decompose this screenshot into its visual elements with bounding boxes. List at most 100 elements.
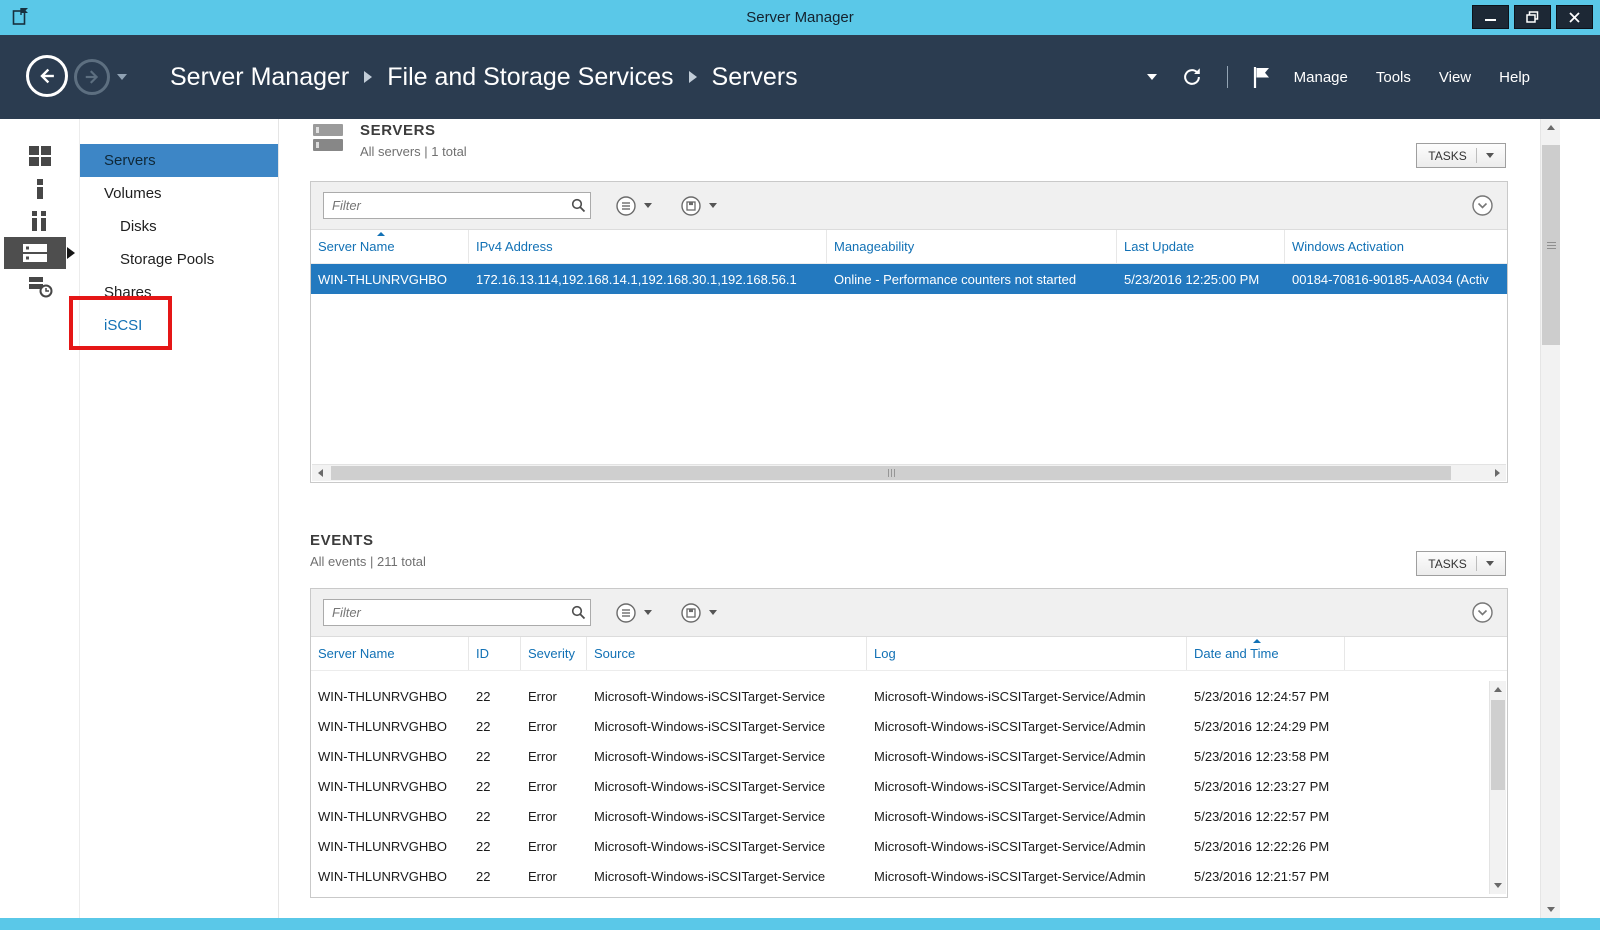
grip-icon (1547, 242, 1556, 243)
save-query-button[interactable] (680, 195, 717, 217)
cell-id: 22 (469, 719, 521, 734)
servers-filter-input[interactable] (323, 192, 591, 219)
chevron-down-circle-icon (1471, 194, 1494, 217)
scroll-left-button[interactable] (312, 465, 329, 481)
column-label: IPv4 Address (476, 239, 553, 254)
column-header-last-update[interactable]: Last Update (1117, 230, 1285, 263)
sidebar-item[interactable]: Volumes (80, 177, 278, 210)
filter-options-button[interactable] (615, 602, 652, 624)
column-label: Date and Time (1194, 646, 1279, 661)
collapse-panel-button[interactable] (1471, 601, 1494, 629)
tasks-label: TASKS (1428, 149, 1466, 163)
breadcrumb-file-and-storage-services[interactable]: File and Storage Services (387, 63, 673, 92)
event-row[interactable]: WIN-THLUNRVGHBO 22 Error Microsoft-Windo… (311, 711, 1507, 741)
column-header-ipv4-address[interactable]: IPv4 Address (469, 230, 827, 263)
column-header-server-name[interactable]: Server Name (311, 230, 469, 263)
servers-stack-icon (310, 122, 348, 156)
sidebar-item[interactable]: Disks (80, 210, 278, 243)
column-header-date-and-time[interactable]: Date and Time (1187, 637, 1345, 670)
cell-severity: Error (521, 749, 587, 764)
event-row[interactable]: WIN-THLUNRVGHBO 22 Error Microsoft-Windo… (311, 831, 1507, 861)
nav-history-dropdown-icon[interactable] (117, 74, 127, 80)
column-header-severity[interactable]: Severity (521, 637, 587, 670)
event-row[interactable]: WIN-THLUNRVGHBO 22 Error Microsoft-Windo… (311, 741, 1507, 771)
sidebar-item[interactable]: Servers (80, 144, 278, 177)
cell-severity: Error (521, 869, 587, 884)
servers-tasks-button[interactable]: TASKS (1416, 143, 1506, 168)
scrollbar-thumb[interactable] (331, 466, 1451, 480)
sidebar-item-label: Volumes (104, 185, 162, 202)
column-label: Last Update (1124, 239, 1194, 254)
cell-date-and-time: 5/23/2016 12:22:26 PM (1187, 839, 1345, 854)
arrow-left-icon (318, 469, 323, 477)
cell-date-and-time: 5/23/2016 12:24:57 PM (1187, 689, 1345, 704)
column-header-source[interactable]: Source (587, 637, 867, 670)
back-button[interactable] (26, 55, 68, 97)
events-title: EVENTS (310, 532, 426, 549)
column-header-windows-activation[interactable]: Windows Activation (1285, 230, 1507, 263)
arrow-up-icon (1547, 125, 1555, 130)
collapse-panel-button[interactable] (1471, 194, 1494, 222)
event-row[interactable]: WIN-THLUNRVGHBO 22 Error Microsoft-Windo… (311, 771, 1507, 801)
notifications-flag-button[interactable] (1252, 66, 1270, 89)
column-header-id[interactable]: ID (469, 637, 521, 670)
cell-severity: Error (521, 689, 587, 704)
close-button[interactable] (1556, 5, 1593, 29)
sidebar: Servers Volumes Disks Storage Pools Shar… (80, 119, 279, 918)
scrollbar-thumb[interactable] (1542, 145, 1560, 345)
breadcrumb-server-manager[interactable]: Server Manager (170, 63, 349, 92)
bottom-strip (0, 918, 1600, 930)
menu-item[interactable]: Tools (1376, 69, 1411, 86)
event-row[interactable]: WIN-THLUNRVGHBO 22 Error Microsoft-Windo… (311, 681, 1507, 711)
column-header-log[interactable]: Log (867, 637, 1187, 670)
scroll-down-button[interactable] (1490, 877, 1506, 894)
servers-horizontal-scrollbar[interactable] (312, 464, 1506, 481)
events-vertical-scrollbar[interactable] (1489, 681, 1506, 894)
tasks-label: TASKS (1428, 557, 1466, 571)
scroll-down-button[interactable] (1541, 901, 1560, 918)
sidebar-item-label: Disks (120, 218, 157, 235)
restore-button[interactable] (1514, 5, 1551, 29)
services-clock-icon[interactable] (28, 275, 53, 303)
menu-item[interactable]: Help (1499, 69, 1530, 86)
arrow-down-icon (1494, 883, 1502, 888)
cell-id: 22 (469, 839, 521, 854)
forward-button[interactable] (74, 59, 110, 95)
local-server-icon[interactable] (28, 178, 52, 205)
sort-ascending-icon (1253, 639, 1261, 643)
events-filter-input[interactable] (323, 599, 591, 626)
search-icon[interactable] (571, 605, 586, 625)
column-header-server-name[interactable]: Server Name (311, 637, 469, 670)
save-query-button[interactable] (680, 602, 717, 624)
menu-item[interactable]: Manage (1294, 69, 1348, 86)
sidebar-item[interactable]: Storage Pools (80, 243, 278, 276)
server-row-selected[interactable]: WIN-THLUNRVGHBO 172.16.13.114,192.168.14… (311, 264, 1507, 294)
refresh-button[interactable] (1181, 66, 1203, 88)
breadcrumb-separator-icon (689, 71, 697, 83)
cell-server-name: WIN-THLUNRVGHBO (311, 749, 469, 764)
server-manager-window: Server Manager Server Manager File and S… (0, 0, 1600, 930)
minimize-button[interactable] (1472, 5, 1509, 29)
filter-options-button[interactable] (615, 195, 652, 217)
servers-title: SERVERS (360, 122, 467, 139)
scrollbar-thumb[interactable] (1491, 700, 1505, 790)
scroll-up-button[interactable] (1541, 119, 1560, 136)
search-icon[interactable] (571, 198, 586, 218)
events-tasks-button[interactable]: TASKS (1416, 551, 1506, 576)
chevron-down-icon[interactable] (1147, 74, 1157, 80)
cell-log: Microsoft-Windows-iSCSITarget-Service/Ad… (867, 719, 1187, 734)
scroll-right-button[interactable] (1489, 465, 1506, 481)
cell-last-update: 5/23/2016 12:25:00 PM (1117, 272, 1285, 287)
file-storage-services-selected[interactable] (4, 237, 66, 269)
main-vertical-scrollbar[interactable] (1540, 119, 1560, 918)
menu-item[interactable]: View (1439, 69, 1471, 86)
event-row[interactable]: WIN-THLUNRVGHBO 22 Error Microsoft-Windo… (311, 861, 1507, 891)
scroll-up-button[interactable] (1490, 681, 1506, 698)
cell-server-name: WIN-THLUNRVGHBO (311, 809, 469, 824)
column-header-manageability[interactable]: Manageability (827, 230, 1117, 263)
grip-icon (891, 469, 892, 477)
event-row[interactable]: WIN-THLUNRVGHBO 22 Error Microsoft-Windo… (311, 801, 1507, 831)
all-servers-icon[interactable] (28, 210, 52, 237)
dashboard-icon[interactable] (28, 145, 52, 172)
events-count: All events | 211 total (310, 554, 426, 569)
